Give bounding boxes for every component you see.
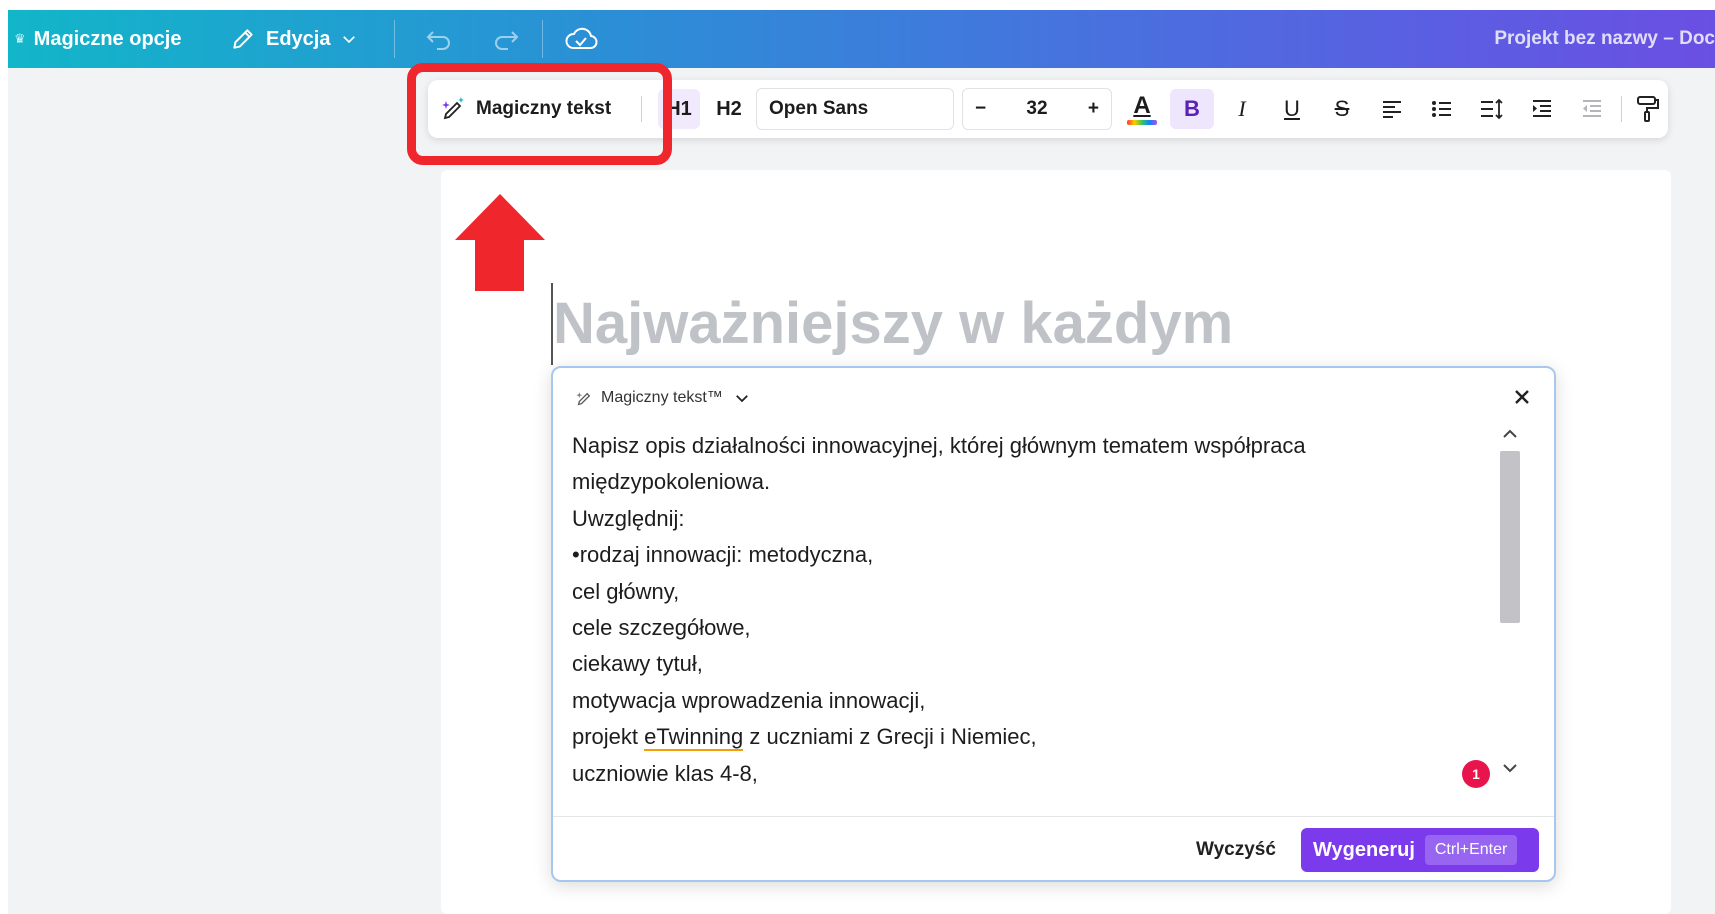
edit-label: Edycja bbox=[266, 27, 331, 50]
paint-roller-icon bbox=[1637, 96, 1659, 122]
h2-label: H2 bbox=[716, 97, 742, 120]
generate-button[interactable]: Wygeneruj Ctrl+Enter bbox=[1301, 828, 1539, 872]
decrease-size-button[interactable]: − bbox=[975, 98, 986, 120]
format-painter-button[interactable] bbox=[1628, 80, 1668, 138]
font-size-stepper[interactable]: − 32 + bbox=[962, 88, 1112, 130]
font-family-label: Open Sans bbox=[769, 98, 869, 119]
close-icon bbox=[1515, 390, 1529, 404]
redo-icon bbox=[495, 31, 519, 50]
document-heading[interactable]: Najważniejszy w każdym bbox=[553, 290, 1233, 357]
generate-label: Wygeneruj bbox=[1313, 838, 1415, 861]
text-color-button[interactable]: A bbox=[1120, 80, 1164, 138]
bold-button[interactable]: B bbox=[1170, 89, 1214, 129]
prompt-line: •rodzaj innowacji: metodyczna, bbox=[572, 542, 874, 568]
close-button[interactable] bbox=[1512, 386, 1532, 414]
magic-options-label: Magiczne opcje bbox=[33, 27, 182, 50]
align-left-icon bbox=[1383, 101, 1401, 118]
prompt-line: uczniowie klas 4-8, bbox=[572, 760, 758, 786]
divider bbox=[1618, 80, 1624, 138]
align-button[interactable] bbox=[1370, 80, 1414, 138]
italic-label: I bbox=[1238, 96, 1246, 121]
chevron-down-icon bbox=[735, 395, 748, 403]
prompt-line: cele szczegółowe, bbox=[572, 615, 751, 641]
panel-title: Magiczny tekst™ bbox=[601, 389, 723, 406]
magic-text-panel: Magiczny tekst™ Napisz opis działalności… bbox=[551, 366, 1556, 882]
chevron-down-icon[interactable] bbox=[1500, 760, 1520, 776]
shortcut-hint: Ctrl+Enter bbox=[1424, 835, 1518, 865]
prompt-line: ciekawy tytuł, bbox=[572, 651, 703, 677]
redo-button[interactable] bbox=[491, 10, 521, 68]
document-title[interactable]: Projekt bez nazwy – Doc bbox=[1494, 10, 1715, 68]
underline-button[interactable]: U bbox=[1270, 80, 1314, 138]
prompt-line: Napisz opis działalności innowacyjnej, k… bbox=[572, 433, 1306, 458]
arrow-up-icon bbox=[455, 194, 545, 240]
bullet-list-button[interactable] bbox=[1420, 80, 1464, 138]
increase-size-button[interactable]: + bbox=[1088, 98, 1099, 120]
divider bbox=[394, 20, 395, 58]
panel-mode-select[interactable]: Magiczny tekst™ bbox=[575, 388, 751, 408]
notification-badge[interactable]: 1 bbox=[1462, 760, 1490, 788]
italic-button[interactable]: I bbox=[1220, 80, 1264, 138]
undo-button[interactable] bbox=[424, 10, 454, 68]
prompt-line: motywacja wprowadzenia innowacji, bbox=[572, 687, 926, 713]
pencil-icon bbox=[233, 29, 253, 49]
bullet-list-icon bbox=[1432, 101, 1451, 117]
strikethrough-button[interactable]: S bbox=[1320, 80, 1364, 138]
spellcheck-word[interactable]: eTwinning bbox=[644, 724, 744, 752]
text-color-icon: A bbox=[1133, 91, 1151, 119]
edit-menu[interactable]: Edycja bbox=[230, 10, 358, 68]
chevron-up-icon[interactable] bbox=[1500, 426, 1520, 442]
scrollbar-thumb[interactable] bbox=[1500, 451, 1520, 623]
undo-icon bbox=[426, 31, 450, 50]
divider bbox=[553, 816, 1554, 817]
magic-wand-icon bbox=[576, 392, 591, 406]
indent-button[interactable] bbox=[1520, 80, 1564, 138]
font-size-value[interactable]: 32 bbox=[1026, 98, 1047, 120]
font-family-select[interactable]: Open Sans bbox=[756, 88, 954, 130]
underline-label: U bbox=[1284, 96, 1300, 121]
arrow-stem bbox=[475, 239, 524, 291]
chevron-down-icon bbox=[343, 36, 356, 44]
crown-icon: ♛ bbox=[14, 31, 26, 46]
outdent-button[interactable] bbox=[1570, 80, 1614, 138]
divider bbox=[542, 20, 543, 58]
cloud-save-status[interactable] bbox=[564, 10, 598, 68]
magic-options-menu[interactable]: ♛ Magiczne opcje bbox=[14, 10, 181, 68]
outdent-icon bbox=[1583, 100, 1601, 117]
top-bar: ♛ Magiczne opcje Edycja Projekt bez nazw… bbox=[8, 10, 1715, 68]
strikethrough-label: S bbox=[1334, 96, 1350, 121]
prompt-line: projekt eTwinning z uczniami z Grecji i … bbox=[572, 724, 1037, 752]
left-pane bbox=[8, 68, 428, 914]
clear-button[interactable]: Wyczyść bbox=[1196, 828, 1276, 872]
indent-icon bbox=[1533, 100, 1551, 117]
line-spacing-button[interactable] bbox=[1470, 80, 1514, 138]
cloud-check-icon bbox=[565, 27, 598, 49]
bold-label: B bbox=[1184, 96, 1200, 121]
prompt-line: Uwzględnij: bbox=[572, 505, 685, 531]
color-strip bbox=[1127, 119, 1157, 125]
prompt-line: cel główny, bbox=[572, 578, 680, 604]
heading2-button[interactable]: H2 bbox=[708, 80, 750, 138]
prompt-line: międzypokoleniowa. bbox=[572, 469, 771, 495]
highlight-box bbox=[407, 63, 672, 165]
line-spacing-icon bbox=[1481, 98, 1503, 120]
prompt-textarea[interactable]: Napisz opis działalności innowacyjnej, k… bbox=[572, 428, 1452, 792]
